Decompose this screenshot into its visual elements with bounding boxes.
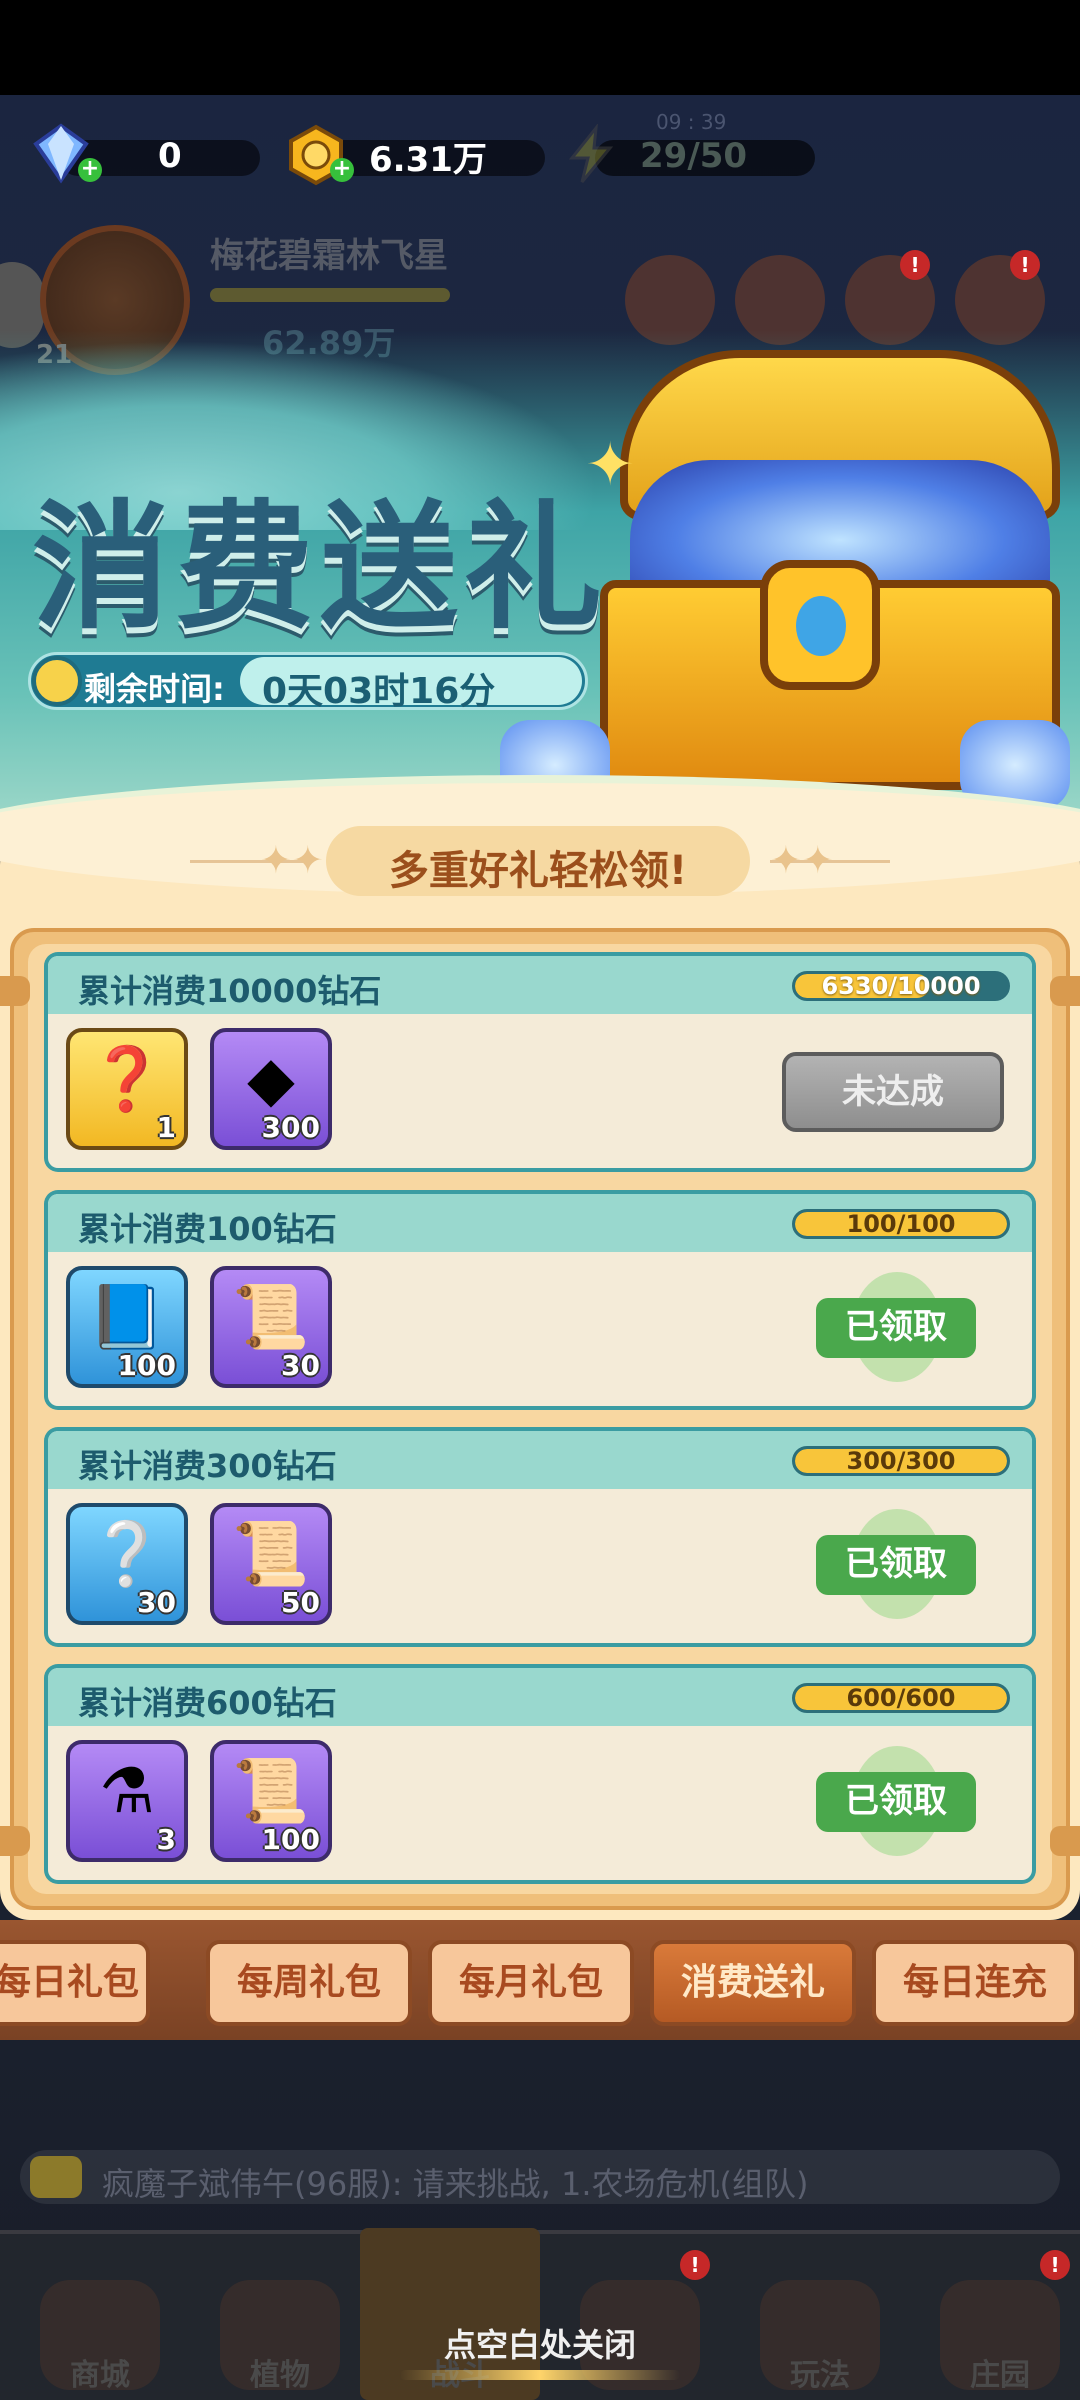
progress-text: 300/300	[846, 1447, 956, 1475]
task-title: 累计消费100钻石	[78, 1210, 337, 1248]
claimed-badge: 已领取	[816, 1535, 976, 1595]
task-title: 累计消费10000钻石	[78, 972, 382, 1010]
task-progress-bar: 6330/10000	[792, 971, 1010, 1001]
scroll-coin-icon: 📜	[232, 1280, 310, 1353]
reward-count: 30	[137, 1586, 176, 1619]
energy-value: 29/50	[640, 136, 748, 176]
scroll-coin-icon: 📜	[232, 1517, 310, 1590]
reward-count: 100	[261, 1823, 320, 1856]
reward-count: 100	[117, 1349, 176, 1382]
gem-value: 0	[158, 136, 182, 176]
add-gems-icon[interactable]: +	[78, 158, 102, 182]
timer-label: 剩余时间:	[84, 670, 225, 708]
sparkle-icon: ✦✦	[770, 838, 834, 882]
player-name: 梅花碧霜林飞星	[210, 236, 448, 276]
reward-item[interactable]: 📜 50	[210, 1503, 332, 1625]
task-card: 累计消费100钻石 100/100 📘 100 📜 30 已领取	[44, 1190, 1036, 1410]
tab-daily-pack[interactable]: 每日礼包	[0, 1940, 150, 2026]
tab-spend-gift[interactable]: 消费送礼	[650, 1940, 856, 2026]
reward-item[interactable]: 📘 100	[66, 1266, 188, 1388]
close-hint[interactable]: 点空白处关闭	[0, 2320, 1080, 2366]
reward-count: 3	[156, 1823, 176, 1856]
reward-item[interactable]: ⚗ 3	[66, 1740, 188, 1862]
claimed-badge: 已领取	[816, 1298, 976, 1358]
notification-dot-icon: !	[1010, 250, 1040, 280]
reward-item[interactable]: 📜 100	[210, 1740, 332, 1862]
lightning-icon	[568, 124, 614, 183]
tab-monthly-pack[interactable]: 每月礼包	[428, 1940, 634, 2026]
blue-book-icon: 📘	[88, 1280, 166, 1353]
tab-daily-recharge[interactable]: 每日连充	[872, 1940, 1078, 2026]
event-title: 消费送礼	[32, 487, 609, 648]
reward-item[interactable]: ❔ 30	[66, 1503, 188, 1625]
sparkle-icon: ✦✦	[260, 838, 324, 882]
purple-crystal-icon: ◆	[247, 1042, 295, 1115]
task-card: 累计消费600钻石 600/600 ⚗ 3 📜 100 已领取	[44, 1664, 1036, 1884]
add-gold-icon[interactable]: +	[330, 158, 354, 182]
gold-value: 6.31万	[369, 139, 487, 180]
reward-count: 50	[281, 1586, 320, 1619]
ticker-text: 疯魔子斌伟午(96服): 请来挑战, 1.农场危机(组队)	[102, 2165, 809, 2203]
not-achieved-button[interactable]: 未达成	[782, 1052, 1004, 1132]
reward-count: 300	[261, 1111, 320, 1144]
timer-value: 0天03时16分	[262, 671, 496, 712]
status-bar	[0, 0, 1080, 95]
task-title: 累计消费600钻石	[78, 1684, 337, 1722]
reward-item[interactable]: 📜 30	[210, 1266, 332, 1388]
notification-dot-icon: !	[680, 2250, 710, 2280]
task-progress-bar: 600/600	[792, 1683, 1010, 1713]
claimed-badge: 已领取	[816, 1772, 976, 1832]
panel-subtitle: 多重好礼轻松领!	[388, 848, 688, 894]
task-card: 累计消费300钻石 300/300 ❔ 30 📜 50 已领取	[44, 1427, 1036, 1647]
task-title: 累计消费300钻石	[78, 1447, 337, 1485]
reward-item[interactable]: ◆ 300	[210, 1028, 332, 1150]
task-card: 累计消费10000钻石 6330/10000 ❓ 1 ◆ 300 未达成	[44, 952, 1036, 1172]
progress-text: 600/600	[846, 1684, 956, 1712]
game-screen: 0 + 6.31万 + 09 : 39 29/50 21 梅花碧霜林飞星 62.…	[0, 0, 1080, 2400]
stopwatch-icon	[32, 656, 82, 706]
exp-bar	[210, 288, 450, 302]
chat-icon	[30, 2156, 82, 2198]
task-progress-bar: 100/100	[792, 1209, 1010, 1239]
tab-weekly-pack[interactable]: 每周礼包	[206, 1940, 412, 2026]
mystery-chest-icon: ❓	[88, 1042, 166, 1115]
scroll-coin-icon: 📜	[232, 1754, 310, 1827]
reward-count: 1	[156, 1111, 176, 1144]
frame-knob	[0, 976, 30, 1006]
progress-text: 100/100	[846, 1210, 956, 1238]
task-progress-bar: 300/300	[792, 1446, 1010, 1476]
treasure-chest-icon: ✦	[500, 320, 1080, 820]
notification-dot-icon: !	[1040, 2250, 1070, 2280]
notification-dot-icon: !	[900, 250, 930, 280]
reward-item[interactable]: ❓ 1	[66, 1028, 188, 1150]
frame-knob	[0, 1826, 30, 1856]
progress-text: 6330/10000	[821, 972, 981, 1000]
close-hint-glow	[400, 2370, 680, 2380]
purple-potion-icon: ⚗	[99, 1754, 155, 1827]
frame-knob	[1050, 1826, 1080, 1856]
mystery-scroll-icon: ❔	[88, 1517, 166, 1590]
frame-knob	[1050, 976, 1080, 1006]
reward-count: 30	[281, 1349, 320, 1382]
